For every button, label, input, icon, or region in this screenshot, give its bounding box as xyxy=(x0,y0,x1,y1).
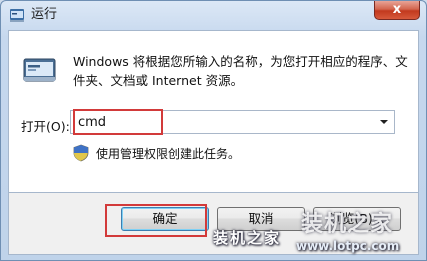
uac-shield-icon xyxy=(73,144,89,162)
close-button[interactable]: x xyxy=(374,1,420,20)
window-title: 运行 xyxy=(31,7,58,22)
dialog-body: Windows 将根据您所输入的名称，为您打开相应的程序、文件夹、文档或 Int… xyxy=(8,30,419,193)
title-bar[interactable]: 运行 x xyxy=(1,1,426,29)
close-icon: x xyxy=(392,2,402,17)
open-label: 打开(O): xyxy=(21,119,70,134)
admin-privilege-note: 使用管理权限创建此任务。 xyxy=(96,147,241,161)
watermark-logo-text: 装机之家 xyxy=(301,212,394,237)
chevron-down-icon[interactable] xyxy=(374,111,394,133)
run-app-icon xyxy=(10,9,24,22)
run-program-icon xyxy=(23,58,56,82)
watermark-url: www.lotpc.com xyxy=(296,239,400,253)
run-dialog-window: 运行 x Windows 将根据您所输入的名称，为您打开相应的程序、文件夹、文档… xyxy=(0,0,427,261)
highlight-box-command xyxy=(73,109,163,135)
dialog-description: Windows 将根据您所输入的名称，为您打开相应的程序、文件夹、文档或 Int… xyxy=(73,54,408,88)
highlight-box-ok xyxy=(105,204,207,237)
watermark-site-name: 装机之家 xyxy=(213,229,282,247)
